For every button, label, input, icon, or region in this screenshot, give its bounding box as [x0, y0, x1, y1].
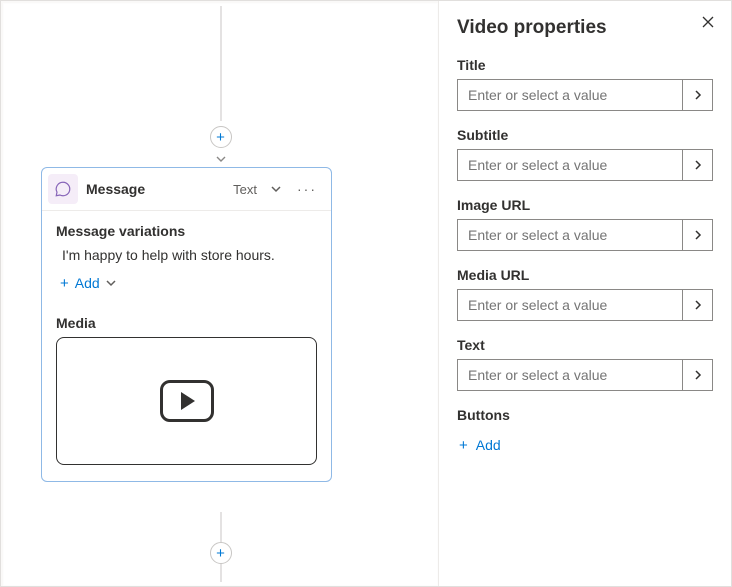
chevron-down-icon — [106, 278, 116, 288]
panel-title: Video properties — [457, 17, 713, 39]
connector-line-top — [220, 6, 221, 121]
canvas-inner: + Message Text ··· Messag — [3, 3, 438, 586]
field-label-text: Text — [457, 337, 713, 353]
title-combobox[interactable] — [457, 79, 713, 111]
media-url-input[interactable] — [458, 290, 682, 320]
card-header: Message Text ··· — [42, 168, 331, 211]
card-type-label: Text — [233, 182, 257, 197]
field-label-media-url: Media URL — [457, 267, 713, 283]
media-section-label: Media — [56, 315, 317, 331]
message-icon — [48, 174, 78, 204]
add-variation-button[interactable]: + Add — [56, 273, 120, 293]
plus-icon: + — [216, 130, 225, 145]
text-picker-button[interactable] — [682, 360, 712, 390]
arrow-down-icon — [216, 154, 226, 164]
subtitle-input[interactable] — [458, 150, 682, 180]
title-input[interactable] — [458, 80, 682, 110]
card-title: Message — [86, 181, 225, 197]
image-url-picker-button[interactable] — [682, 220, 712, 250]
subtitle-combobox[interactable] — [457, 149, 713, 181]
card-type-dropdown[interactable] — [267, 182, 285, 196]
text-combobox[interactable] — [457, 359, 713, 391]
field-media-url: Media URL — [457, 267, 713, 321]
add-variation-label: Add — [75, 275, 100, 291]
properties-panel: Video properties Title Subtitle I — [439, 1, 731, 586]
image-url-input[interactable] — [458, 220, 682, 250]
variations-section-label: Message variations — [56, 223, 317, 239]
add-button-label: Add — [476, 437, 501, 453]
card-body: Message variations I'm happy to help wit… — [42, 211, 331, 481]
media-url-picker-button[interactable] — [682, 290, 712, 320]
plus-icon: + — [60, 276, 69, 291]
media-section: Media — [56, 315, 317, 465]
plus-icon: + — [459, 438, 468, 453]
add-node-bottom-button[interactable]: + — [210, 542, 232, 564]
field-image-url: Image URL — [457, 197, 713, 251]
add-node-top-button[interactable]: + — [210, 126, 232, 148]
text-input[interactable] — [458, 360, 682, 390]
plus-icon: + — [216, 546, 225, 561]
variation-text[interactable]: I'm happy to help with store hours. — [62, 247, 317, 263]
media-video-card[interactable] — [56, 337, 317, 465]
field-subtitle: Subtitle — [457, 127, 713, 181]
field-label-subtitle: Subtitle — [457, 127, 713, 143]
title-picker-button[interactable] — [682, 80, 712, 110]
buttons-section-label: Buttons — [457, 407, 713, 423]
play-icon — [160, 380, 214, 422]
subtitle-picker-button[interactable] — [682, 150, 712, 180]
field-label-title: Title — [457, 57, 713, 73]
add-button-action[interactable]: + Add — [457, 433, 503, 457]
canvas[interactable]: + Message Text ··· Messag — [1, 1, 439, 586]
card-more-menu[interactable]: ··· — [293, 179, 321, 199]
message-node-card[interactable]: Message Text ··· Message variations I'm … — [41, 167, 332, 482]
app-root: + Message Text ··· Messag — [0, 0, 732, 587]
close-panel-button[interactable] — [701, 15, 715, 29]
field-title: Title — [457, 57, 713, 111]
field-text: Text — [457, 337, 713, 391]
media-url-combobox[interactable] — [457, 289, 713, 321]
field-label-image-url: Image URL — [457, 197, 713, 213]
image-url-combobox[interactable] — [457, 219, 713, 251]
